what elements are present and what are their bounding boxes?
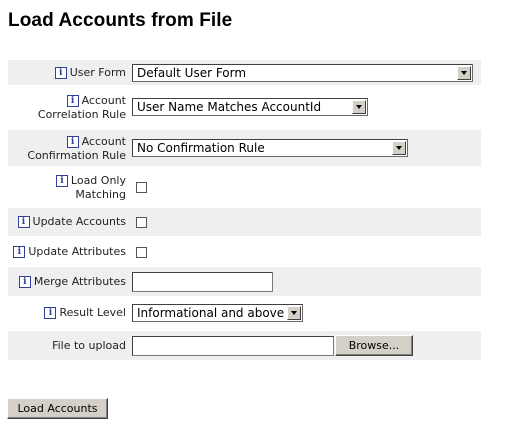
update-accounts-control-cell [132,216,147,228]
user-form-label: User Form [69,65,126,79]
merge-attributes-control-cell [132,271,273,292]
result-level-label-group: i Result Level [44,306,126,320]
merge-attributes-row: i Merge Attributes [8,267,481,296]
browse-button[interactable]: Browse... [335,335,413,356]
chevron-down-icon[interactable] [457,65,471,80]
user-form-label-cell: i User Form [8,66,126,80]
correlation-rule-label-group: i Account Correlation Rule [38,93,126,122]
load-only-matching-label-line1-group: i Load Only [55,173,126,188]
load-only-matching-control-cell [132,181,147,193]
merge-attributes-label-cell: i Merge Attributes [8,275,126,289]
user-form-select-value: Default User Form [137,65,247,80]
confirmation-rule-label-line1: Account [81,134,126,148]
confirmation-rule-label-line2: Confirmation Rule [27,148,126,162]
info-icon[interactable]: i [55,174,68,187]
load-only-matching-checkbox[interactable] [136,181,147,193]
confirmation-rule-select-value: No Confirmation Rule [137,141,265,155]
result-level-label: Result Level [59,306,126,319]
update-attributes-checkbox[interactable] [136,246,147,258]
user-form-select[interactable]: Default User Form [132,63,473,82]
correlation-rule-row: i Account Correlation Rule User Name Mat… [8,92,481,122]
file-upload-row: File to upload Browse... [8,331,481,360]
update-accounts-label-group: i Update Accounts [17,215,126,229]
file-upload-input[interactable] [132,335,334,356]
update-attributes-label-cell: i Update Attributes [8,245,126,259]
update-attributes-label: Update Attributes [28,245,126,258]
correlation-rule-select-value: User Name Matches AccountId [137,100,322,114]
update-attributes-label-group: i Update Attributes [13,245,126,259]
result-level-row: i Result Level Informational and above [8,300,481,326]
merge-attributes-label-group: i Merge Attributes [18,274,126,289]
chevron-down-icon[interactable] [287,306,301,320]
confirmation-rule-label-cell: i Account Confirmation Rule [8,134,126,163]
correlation-rule-label-line2: Correlation Rule [37,107,126,121]
result-level-label-cell: i Result Level [8,306,126,320]
load-accounts-button[interactable]: Load Accounts [7,398,108,419]
merge-attributes-input[interactable] [132,271,273,292]
load-only-matching-label-line2: Matching [75,187,126,201]
info-icon[interactable]: i [66,94,79,107]
user-form-control-cell: Default User Form [132,63,473,82]
chevron-down-icon[interactable] [392,141,406,155]
confirmation-rule-row: i Account Confirmation Rule No Confirmat… [8,130,481,166]
confirmation-rule-select[interactable]: No Confirmation Rule [132,139,408,157]
confirmation-rule-control-cell: No Confirmation Rule [132,139,408,157]
load-only-matching-label-cell: i Load Only Matching [8,173,126,202]
update-accounts-row: i Update Accounts [8,208,481,236]
correlation-rule-control-cell: User Name Matches AccountId [132,98,368,116]
confirmation-rule-label-line1-group: i Account [66,134,126,149]
update-accounts-label: Update Accounts [32,215,126,228]
file-upload-control-cell: Browse... [132,335,413,356]
user-form-row: i User Form Default User Form [8,60,481,85]
merge-attributes-label: Merge Attributes [33,274,126,288]
update-accounts-checkbox[interactable] [136,216,147,228]
update-attributes-control-cell [132,246,147,258]
info-icon[interactable]: i [13,246,26,258]
info-icon[interactable]: i [17,216,30,228]
correlation-rule-label-line1-group: i Account [66,93,126,108]
info-icon[interactable]: i [18,275,31,288]
result-level-select[interactable]: Informational and above [132,304,303,322]
file-upload-label-cell: File to upload [8,339,126,353]
page-title: Load Accounts from File [8,10,233,31]
update-attributes-row: i Update Attributes [8,238,481,266]
info-icon[interactable]: i [66,135,79,148]
confirmation-rule-label-group: i Account Confirmation Rule [27,134,126,163]
correlation-rule-label-line1: Account [81,93,126,107]
info-icon[interactable]: i [54,66,67,79]
user-form-label-group: i User Form [54,65,126,80]
result-level-control-cell: Informational and above [132,304,303,322]
chevron-down-icon[interactable] [352,100,366,114]
info-icon[interactable]: i [44,307,57,319]
load-only-matching-label-line1: Load Only [70,173,126,187]
update-accounts-label-cell: i Update Accounts [8,215,126,229]
result-level-select-value: Informational and above [137,306,285,320]
correlation-rule-label-cell: i Account Correlation Rule [8,93,126,122]
load-only-matching-row: i Load Only Matching [8,170,481,204]
file-upload-label: File to upload [52,338,126,352]
load-only-matching-label-group: i Load Only Matching [55,173,126,202]
correlation-rule-select[interactable]: User Name Matches AccountId [132,98,368,116]
